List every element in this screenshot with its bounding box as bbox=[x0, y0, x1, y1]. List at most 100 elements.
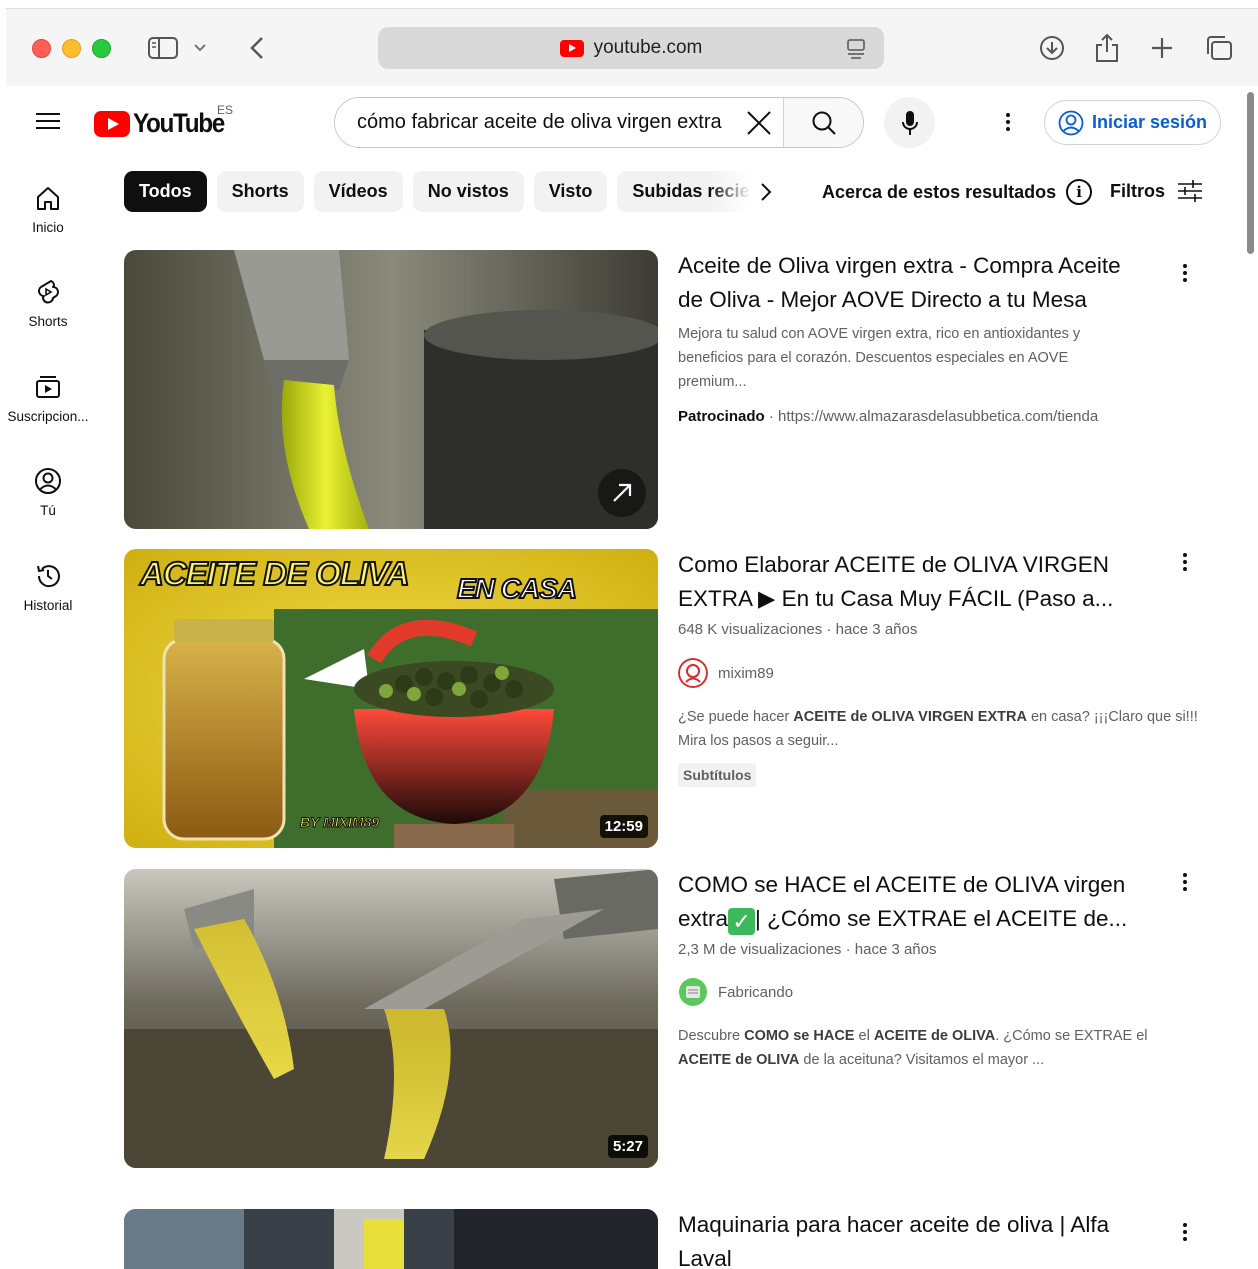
zoom-window-button[interactable] bbox=[92, 39, 111, 58]
you-icon bbox=[35, 468, 61, 494]
sponsored-url[interactable]: https://www.almazarasdelasubbetica.com/t… bbox=[778, 408, 1098, 425]
video-title[interactable]: Maquinaria para hacer aceite de oliva | … bbox=[678, 1208, 1148, 1269]
sidebar-toggle-icon[interactable] bbox=[146, 31, 180, 65]
chevron-down-icon[interactable] bbox=[190, 31, 210, 65]
region-code: ES bbox=[217, 103, 234, 117]
sidebar-item-subscriptions[interactable]: Suscripcion... bbox=[0, 373, 96, 424]
sidebar-item-label: Suscripcion... bbox=[7, 409, 89, 424]
channel-name: Fabricando bbox=[718, 983, 794, 1001]
sign-in-label: Iniciar sesión bbox=[1091, 112, 1208, 132]
video-title[interactable]: COMO se HACE el ACEITE de OLIVA virgen e… bbox=[678, 868, 1148, 936]
subtitles-badge: Subtítulos bbox=[678, 763, 757, 787]
microphone-icon bbox=[901, 110, 918, 135]
avatar bbox=[679, 978, 707, 1006]
ad-description: Mejora tu salud con AOVE virgen extra, r… bbox=[678, 326, 1081, 390]
filter-sliders-icon bbox=[1178, 180, 1203, 202]
sidebar-item-you[interactable]: Tú bbox=[0, 467, 96, 518]
video-duration: 12:59 bbox=[599, 815, 648, 838]
result-menu-icon[interactable] bbox=[1173, 867, 1197, 897]
filters-label: Filtros bbox=[1110, 180, 1166, 201]
chevron-right-icon[interactable] bbox=[760, 182, 772, 207]
thumbnail-author-overlay: BY MIXIM89 bbox=[299, 814, 380, 831]
video-thumbnail[interactable]: 5:27 bbox=[124, 869, 658, 1168]
video-meta: 648 K visualizaciones · hace 3 años bbox=[678, 621, 918, 638]
search-box bbox=[334, 97, 864, 148]
history-icon bbox=[37, 565, 60, 588]
menu-icon[interactable] bbox=[34, 108, 62, 136]
channel-link[interactable]: Fabricando bbox=[678, 977, 793, 1007]
browser-toolbar: youtube.com bbox=[6, 8, 1258, 86]
voice-search-button[interactable] bbox=[884, 97, 935, 148]
video-title[interactable]: Como Elaborar ACEITE de OLIVA VIRGEN EXT… bbox=[678, 548, 1148, 616]
video-thumbnail[interactable] bbox=[124, 1209, 658, 1269]
shorts-icon bbox=[38, 280, 59, 304]
video-description: Descubre COMO se HACE el ACEITE de OLIVA… bbox=[678, 1028, 1148, 1068]
sidebar-item-label: Historial bbox=[23, 598, 73, 613]
sponsored-label: Patrocinado bbox=[678, 408, 765, 425]
chip-shorts[interactable]: Shorts bbox=[216, 171, 304, 212]
view-count: 2,3 M de visualizaciones bbox=[678, 941, 842, 958]
upload-age: hace 3 años bbox=[854, 941, 937, 958]
youtube-logo[interactable]: YouTube bbox=[94, 108, 234, 139]
sponsored-line: Patrocinado · https://www.almazarasdelas… bbox=[678, 408, 1099, 425]
upload-age: hace 3 años bbox=[835, 621, 918, 638]
page-scrollbar[interactable] bbox=[1247, 92, 1254, 254]
oil-extraction-image bbox=[124, 869, 658, 1168]
video-description: ¿Se puede hacer ACEITE de OLIVA VIRGEN E… bbox=[678, 709, 1198, 749]
channel-name: mixim89 bbox=[718, 664, 774, 682]
about-results-button[interactable]: Acerca de estos resultados i bbox=[822, 179, 1093, 205]
address-bar[interactable]: youtube.com bbox=[378, 27, 884, 69]
sidebar-item-history[interactable]: Historial bbox=[0, 562, 96, 613]
sidebar-item-shorts[interactable]: Shorts bbox=[0, 278, 96, 329]
chip-todos[interactable]: Todos bbox=[124, 171, 207, 212]
checkmark-emoji-icon: ✓ bbox=[728, 908, 756, 935]
sidebar-item-inicio[interactable]: Inicio bbox=[0, 184, 96, 235]
clear-search-icon[interactable] bbox=[735, 98, 783, 147]
youtube-play-icon bbox=[94, 110, 130, 137]
search-icon bbox=[812, 111, 836, 135]
chip-videos[interactable]: Vídeos bbox=[313, 171, 403, 212]
sidebar-item-label: Inicio bbox=[32, 220, 64, 235]
share-icon[interactable] bbox=[1090, 31, 1124, 65]
settings-menu-icon[interactable] bbox=[996, 107, 1020, 137]
back-icon[interactable] bbox=[240, 31, 274, 65]
about-results-label: Acerca de estos resultados bbox=[822, 181, 1057, 202]
subscriptions-icon bbox=[36, 376, 60, 398]
thumbnail-title-overlay: ACEITE DE OLIVA bbox=[139, 554, 411, 593]
chip-no-vistos[interactable]: No vistos bbox=[412, 171, 524, 212]
chip-subidas-recientes[interactable]: Subidas recien bbox=[617, 171, 752, 212]
machinery-image bbox=[124, 1209, 658, 1269]
close-window-button[interactable] bbox=[32, 39, 51, 58]
search-button[interactable] bbox=[783, 98, 863, 147]
search-input[interactable] bbox=[335, 98, 735, 147]
thumbnail-subtitle-overlay: EN CASA bbox=[456, 572, 578, 605]
sidebar-item-label: Shorts bbox=[28, 314, 68, 329]
minimize-window-button[interactable] bbox=[62, 39, 81, 58]
tab-overview-icon[interactable] bbox=[1202, 31, 1236, 65]
filters-button[interactable]: Filtros bbox=[1110, 179, 1203, 203]
sign-in-button[interactable]: Iniciar sesión bbox=[1044, 100, 1221, 145]
youtube-favicon-icon bbox=[559, 39, 584, 57]
new-tab-icon[interactable] bbox=[1145, 31, 1179, 65]
avatar bbox=[678, 658, 708, 688]
ad-title[interactable]: Aceite de Oliva virgen extra - Compra Ac… bbox=[678, 249, 1148, 317]
info-icon: i bbox=[1066, 179, 1093, 205]
filter-chips: Todos Shorts Vídeos No vistos Visto Subi… bbox=[124, 171, 752, 212]
chip-visto[interactable]: Visto bbox=[533, 171, 608, 212]
channel-link[interactable]: mixim89 bbox=[678, 658, 774, 688]
result-menu-icon[interactable] bbox=[1173, 258, 1197, 288]
video-duration: 5:27 bbox=[607, 1135, 648, 1158]
view-count: 648 K visualizaciones bbox=[678, 621, 823, 638]
video-thumbnail[interactable]: ACEITE DE OLIVA EN CASA BY MIXIM89 12:59 bbox=[124, 549, 658, 848]
sidebar-item-label: Tú bbox=[40, 503, 56, 518]
result-menu-icon[interactable] bbox=[1173, 547, 1197, 577]
result-menu-icon[interactable] bbox=[1173, 1217, 1197, 1247]
external-link-icon[interactable] bbox=[598, 469, 646, 517]
olive-oil-pour-image bbox=[124, 250, 658, 529]
download-icon[interactable] bbox=[1035, 31, 1069, 65]
homemade-olive-oil-image bbox=[124, 549, 658, 848]
url-text: youtube.com bbox=[593, 37, 703, 58]
reader-mode-icon[interactable] bbox=[846, 38, 866, 66]
account-icon bbox=[1058, 110, 1084, 135]
ad-thumbnail[interactable] bbox=[124, 250, 658, 529]
